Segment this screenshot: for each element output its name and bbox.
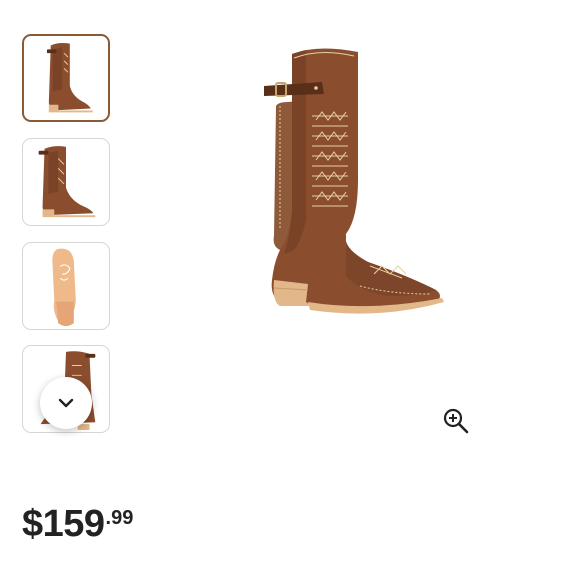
main-product-image[interactable]	[250, 40, 460, 330]
thumbnail-1[interactable]	[22, 34, 110, 122]
scroll-down-button[interactable]	[40, 377, 92, 429]
boot-sole-view-thumbnail	[52, 248, 76, 327]
thumbnail-2[interactable]	[22, 138, 110, 226]
price-dollars: $159	[22, 503, 105, 545]
price-cents: .99	[105, 507, 134, 529]
boot-main-image	[264, 48, 444, 314]
chevron-down-icon	[58, 398, 74, 408]
boot-side-view-thumbnail	[46, 43, 93, 113]
zoom-button[interactable]	[442, 407, 470, 435]
product-price: $159.99	[22, 505, 133, 543]
boot-angled-view-thumbnail	[38, 146, 96, 218]
thumbnail-3[interactable]	[22, 242, 110, 330]
zoom-in-icon	[443, 408, 469, 434]
